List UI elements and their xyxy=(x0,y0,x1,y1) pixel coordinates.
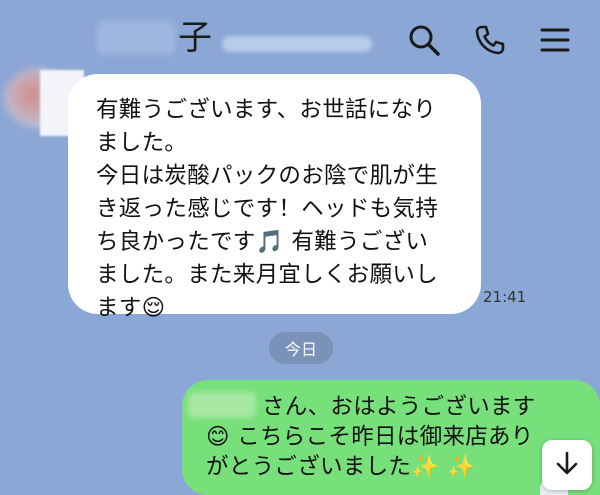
scroll-to-bottom-button[interactable] xyxy=(542,440,592,490)
outgoing-message-text: さん、おはようございます 😊 こちらこそ昨日は御来店あり がとうございました✨ ✨ xyxy=(206,392,580,482)
contact-name[interactable]: 子 xyxy=(96,16,212,60)
search-icon[interactable] xyxy=(406,22,442,58)
blurred-name-part xyxy=(96,21,176,55)
outgoing-message-line: さん、おはようございます xyxy=(262,394,536,420)
arrow-down-icon xyxy=(554,450,580,480)
menu-icon[interactable] xyxy=(537,22,573,58)
chat-header: 子 xyxy=(0,0,600,78)
incoming-message-bubble[interactable]: 有難うございます、お世話になり ました。 今日は炭酸パックのお陰で肌が生 き返っ… xyxy=(68,74,481,321)
incoming-message-text: 有難うございます、お世話になり ました。 今日は炭酸パックのお陰で肌が生 き返っ… xyxy=(96,97,439,321)
outgoing-message-line: がとうございました✨ ✨ xyxy=(206,454,476,480)
blurred-subtitle xyxy=(222,36,372,52)
phone-icon[interactable] xyxy=(472,22,508,58)
message-timestamp: 21:41 xyxy=(483,288,527,306)
outgoing-message-line: 😊 こちらこそ昨日は御来店あり xyxy=(206,424,534,450)
contact-name-label: 子 xyxy=(178,18,212,58)
date-separator: 今日 xyxy=(269,332,333,364)
outgoing-message-bubble[interactable]: さん、おはようございます 😊 こちらこそ昨日は御来店あり がとうございました✨ ✨ xyxy=(182,380,600,495)
